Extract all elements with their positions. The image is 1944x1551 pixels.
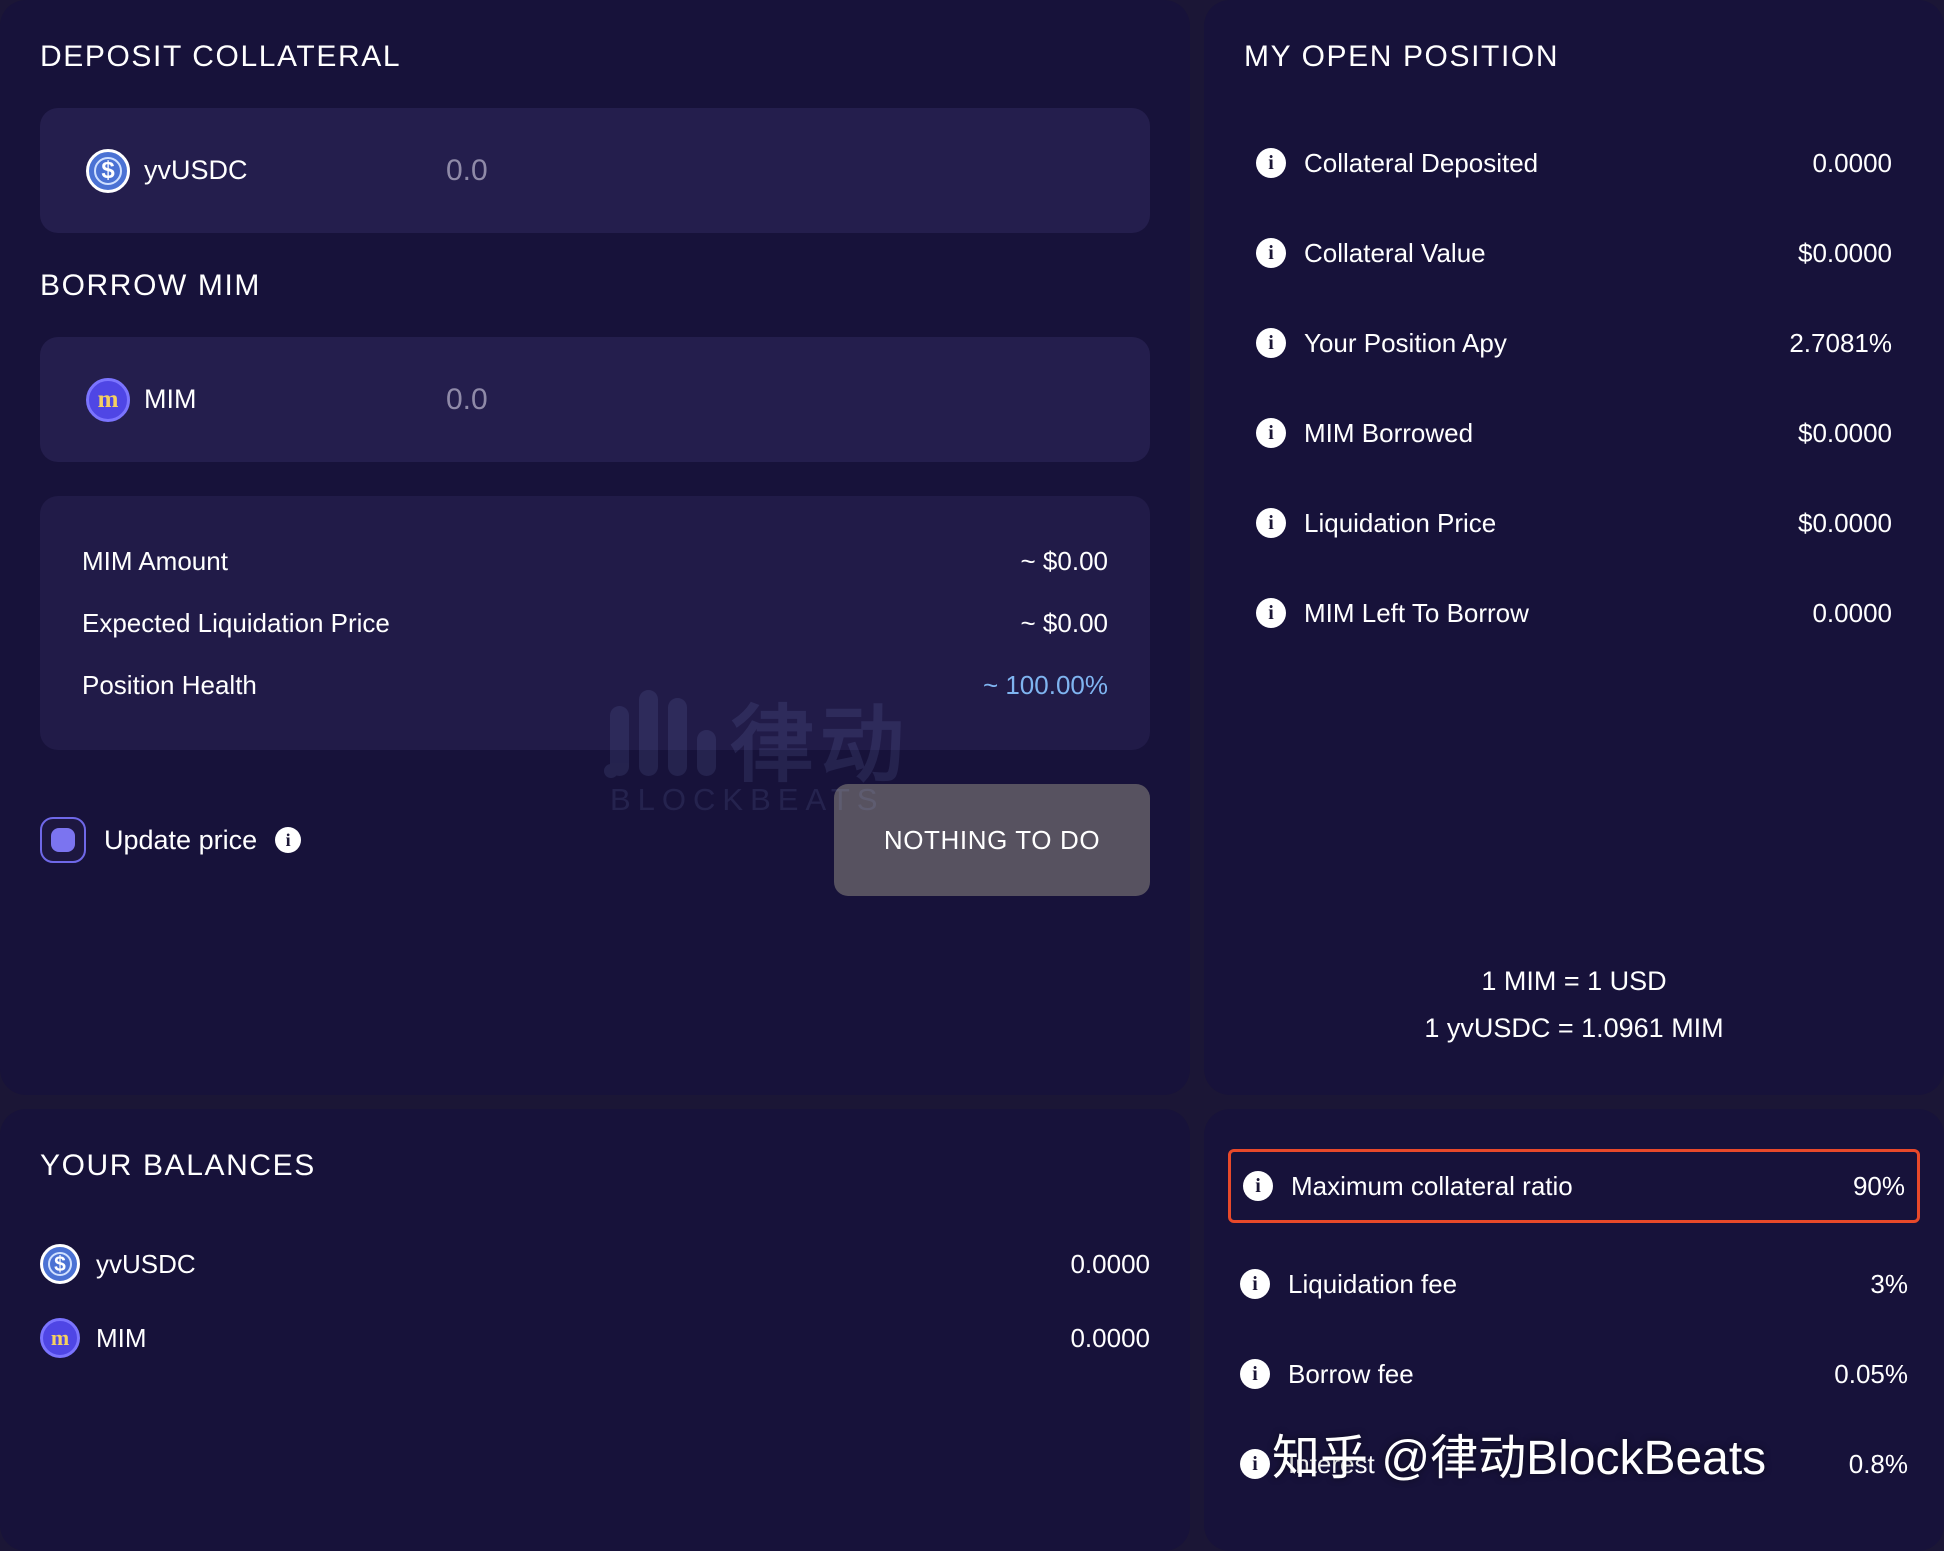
stat-label: Borrow fee — [1288, 1358, 1414, 1389]
borrow-panel: DEPOSIT COLLATERAL $ yvUSDC 0.0 BORROW M… — [0, 0, 1190, 1095]
detail-value: ~ 100.00% — [982, 669, 1108, 700]
stat-row-mim-borrowed: i MIM Borrowed $0.0000 — [1244, 388, 1904, 478]
borrow-token-selector[interactable]: m MIM — [86, 377, 446, 422]
detail-row-expected-liquidation-price: Expected Liquidation Price ~ $0.00 — [82, 592, 1108, 654]
info-icon[interactable]: i — [1256, 238, 1286, 268]
my-open-position-title: MY OPEN POSITION — [1244, 40, 1560, 73]
stat-label: Liquidation fee — [1288, 1268, 1458, 1299]
detail-value: ~ $0.00 — [1020, 545, 1108, 576]
position-details-card: MIM Amount ~ $0.00 Expected Liquidation … — [40, 496, 1150, 750]
update-price-checkbox[interactable] — [40, 817, 86, 863]
borrow-mim-title: BORROW MIM — [40, 269, 261, 302]
stat-value: $0.0000 — [1798, 237, 1892, 268]
stat-row-interest: i Interest 0.8% — [1228, 1419, 1920, 1509]
stat-row-collateral-deposited: i Collateral Deposited 0.0000 — [1244, 118, 1904, 208]
your-balances-panel: YOUR BALANCES $ yvUSDC 0.0000 m MIM 0.00… — [0, 1109, 1190, 1551]
stat-row-your-position-apy: i Your Position Apy 2.7081% — [1244, 298, 1904, 388]
watermark-dot — [604, 764, 618, 778]
info-icon[interactable]: i — [1240, 1449, 1270, 1479]
update-price-label: Update price — [104, 824, 258, 855]
rate-mim-usd: 1 MIM = 1 USD — [1481, 966, 1667, 997]
stat-label: Maximum collateral ratio — [1291, 1170, 1573, 1201]
stat-row-liquidation-price: i Liquidation Price $0.0000 — [1244, 478, 1904, 568]
info-icon[interactable]: i — [1256, 148, 1286, 178]
detail-label: Expected Liquidation Price — [82, 607, 390, 638]
mim-symbol-glyph: m — [50, 1325, 70, 1350]
rate-yvusdc-mim: 1 yvUSDC = 1.0961 MIM — [1424, 1012, 1724, 1043]
mim-coin-icon: m — [40, 1318, 80, 1358]
nothing-to-do-button[interactable]: NOTHING TO DO — [834, 784, 1150, 896]
stat-row-maximum-collateral-ratio: i Maximum collateral ratio 90% — [1228, 1149, 1920, 1223]
mim-symbol-glyph: m — [97, 386, 119, 413]
stat-value: 0.05% — [1834, 1358, 1908, 1389]
stat-row-mim-left-to-borrow: i MIM Left To Borrow 0.0000 — [1244, 568, 1904, 658]
stat-value: $0.0000 — [1798, 417, 1892, 448]
stat-row-liquidation-fee: i Liquidation fee 3% — [1228, 1239, 1920, 1329]
stat-label: Your Position Apy — [1304, 327, 1507, 358]
stat-value: 0.8% — [1848, 1448, 1908, 1479]
update-price-control[interactable]: Update price i — [40, 817, 302, 863]
stat-label: Collateral Value — [1304, 237, 1486, 268]
stat-label: Interest — [1288, 1448, 1375, 1479]
stat-label: MIM Borrowed — [1304, 417, 1474, 448]
deposit-amount-input[interactable]: 0.0 — [446, 154, 1104, 188]
deposit-collateral-title: DEPOSIT COLLATERAL — [40, 40, 402, 73]
action-row: Update price i NOTHING TO DO — [40, 784, 1150, 896]
info-icon[interactable]: i — [1240, 1359, 1270, 1389]
balance-row-mim: m MIM 0.0000 — [40, 1301, 1150, 1375]
app-root: DEPOSIT COLLATERAL $ yvUSDC 0.0 BORROW M… — [0, 0, 1944, 1551]
balance-token-value: 0.0000 — [1070, 1322, 1150, 1353]
detail-row-position-health: Position Health ~ 100.00% — [82, 654, 1108, 716]
stat-value: 0.0000 — [1812, 147, 1892, 178]
exchange-rates: 1 MIM = 1 USD 1 yvUSDC = 1.0961 MIM — [1204, 958, 1944, 1051]
stat-row-collateral-value: i Collateral Value $0.0000 — [1244, 208, 1904, 298]
stat-label: MIM Left To Borrow — [1304, 597, 1529, 628]
stat-value: 90% — [1852, 1170, 1905, 1201]
balance-token-value: 0.0000 — [1070, 1248, 1150, 1279]
info-icon[interactable]: i — [1256, 418, 1286, 448]
checkbox-knob — [51, 828, 75, 852]
my-open-position-panel: MY OPEN POSITION i Collateral Deposited … — [1204, 0, 1944, 1095]
borrow-mim-input-box[interactable]: m MIM 0.0 — [40, 337, 1150, 462]
usdc-symbol-glyph: $ — [54, 1252, 66, 1276]
detail-row-mim-amount: MIM Amount ~ $0.00 — [82, 530, 1108, 592]
info-icon[interactable]: i — [1256, 328, 1286, 358]
balance-row-yvusdc: $ yvUSDC 0.0000 — [40, 1227, 1150, 1301]
detail-label: Position Health — [82, 669, 257, 700]
borrow-amount-input[interactable]: 0.0 — [446, 383, 1104, 417]
deposit-token-name: yvUSDC — [144, 155, 248, 185]
stat-value: 2.7081% — [1789, 327, 1892, 358]
stat-value: 3% — [1870, 1268, 1908, 1299]
usdc-coin-icon: $ — [40, 1244, 80, 1284]
info-icon[interactable]: i — [1243, 1171, 1273, 1201]
stat-label: Liquidation Price — [1304, 507, 1497, 538]
borrow-token-name: MIM — [144, 384, 197, 414]
stat-value: $0.0000 — [1798, 507, 1892, 538]
detail-value: ~ $0.00 — [1020, 607, 1108, 638]
info-icon[interactable]: i — [1256, 598, 1286, 628]
info-icon[interactable]: i — [1240, 1269, 1270, 1299]
stat-label: Collateral Deposited — [1304, 147, 1539, 178]
usdc-symbol-glyph: $ — [101, 156, 115, 184]
your-balances-title: YOUR BALANCES — [40, 1149, 316, 1182]
stat-row-borrow-fee: i Borrow fee 0.05% — [1228, 1329, 1920, 1419]
mim-coin-icon: m — [86, 377, 130, 422]
info-icon[interactable]: i — [275, 827, 302, 853]
stat-value: 0.0000 — [1812, 597, 1892, 628]
deposit-collateral-input-box[interactable]: $ yvUSDC 0.0 — [40, 108, 1150, 233]
balance-token-name: yvUSDC — [96, 1248, 196, 1279]
balance-token-name: MIM — [96, 1322, 147, 1353]
market-parameters-panel: i Maximum collateral ratio 90% i Liquida… — [1204, 1109, 1944, 1551]
usdc-coin-icon: $ — [86, 148, 130, 193]
info-icon[interactable]: i — [1256, 508, 1286, 538]
detail-label: MIM Amount — [82, 545, 228, 576]
deposit-token-selector[interactable]: $ yvUSDC — [86, 148, 446, 193]
